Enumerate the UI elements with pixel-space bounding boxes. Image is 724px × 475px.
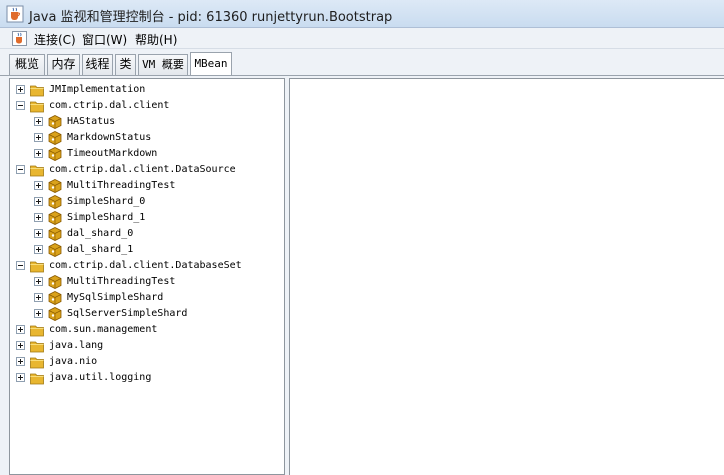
- expand-toggle-icon[interactable]: [16, 357, 25, 366]
- mbean-detail-panel: [289, 78, 724, 475]
- folder-icon: [30, 101, 44, 113]
- mbean-bean-icon: [48, 211, 62, 225]
- mbean-bean-icon: [48, 179, 62, 193]
- expand-toggle-icon[interactable]: [16, 325, 25, 334]
- mbean-node[interactable]: TimeoutMarkdown: [10, 146, 284, 162]
- mbean-bean-icon: [48, 307, 62, 321]
- mbean-node[interactable]: dal_shard_1: [10, 242, 284, 258]
- tab-vm-summary[interactable]: VM 概要: [138, 54, 188, 75]
- expand-toggle-icon[interactable]: [16, 373, 25, 382]
- collapse-toggle-icon[interactable]: [16, 165, 25, 174]
- java-cup-icon: [6, 5, 24, 23]
- menu-help[interactable]: 帮助(H): [135, 31, 177, 48]
- folder-icon: [30, 325, 44, 337]
- domain-node[interactable]: java.util.logging: [10, 370, 284, 386]
- mbean-node[interactable]: SimpleShard_1: [10, 210, 284, 226]
- collapse-toggle-icon[interactable]: [16, 261, 25, 270]
- main-content: JMImplementation com.ctrip.dal.client HASt…: [0, 76, 724, 475]
- tree-node-label: JMImplementation: [49, 84, 146, 95]
- domain-node[interactable]: com.ctrip.dal.client.DatabaseSet: [10, 258, 284, 274]
- tree-node-label: java.nio: [49, 356, 98, 367]
- tree-node-label: dal_shard_0: [67, 228, 134, 239]
- menu-connect[interactable]: 连接(C): [34, 31, 76, 48]
- mbean-bean-icon: [48, 147, 62, 161]
- tree-node-label: MarkdownStatus: [67, 132, 152, 143]
- window-title: Java 监视和管理控制台 - pid: 61360 runjettyrun.B…: [29, 10, 393, 25]
- tree-node-label: SimpleShard_0: [67, 196, 146, 207]
- tree-node-label: com.ctrip.dal.client.DataSource: [49, 164, 236, 175]
- collapse-toggle-icon[interactable]: [16, 101, 25, 110]
- expand-toggle-icon[interactable]: [34, 309, 43, 318]
- tab-classes[interactable]: 类: [115, 54, 136, 75]
- tab-mbean[interactable]: MBean: [190, 52, 232, 76]
- mbean-node[interactable]: dal_shard_0: [10, 226, 284, 242]
- mbean-bean-icon: [48, 131, 62, 145]
- tree-node-label: SqlServerSimpleShard: [67, 308, 188, 319]
- expand-toggle-icon[interactable]: [16, 341, 25, 350]
- mbean-node[interactable]: HAStatus: [10, 114, 284, 130]
- mbean-node[interactable]: MySqlSimpleShard: [10, 290, 284, 306]
- domain-node[interactable]: JMImplementation: [10, 82, 284, 98]
- tree-node-label: TimeoutMarkdown: [67, 148, 158, 159]
- mbean-bean-icon: [48, 115, 62, 129]
- mbean-bean-icon: [48, 243, 62, 257]
- tree-node-label: java.lang: [49, 340, 104, 351]
- title-bar: Java 监视和管理控制台 - pid: 61360 runjettyrun.B…: [0, 0, 724, 28]
- expand-toggle-icon[interactable]: [34, 181, 43, 190]
- folder-icon: [30, 373, 44, 385]
- tree-node-label: java.util.logging: [49, 372, 152, 383]
- expand-toggle-icon[interactable]: [34, 149, 43, 158]
- tree-node-label: com.ctrip.dal.client: [49, 100, 170, 111]
- menu-window[interactable]: 窗口(W): [82, 31, 127, 48]
- tab-strip: 概览 内存 线程 类 VM 概要 MBean: [0, 49, 724, 76]
- mbean-node[interactable]: SimpleShard_0: [10, 194, 284, 210]
- expand-toggle-icon[interactable]: [34, 133, 43, 142]
- tree-node-label: dal_shard_1: [67, 244, 134, 255]
- tab-memory[interactable]: 内存: [47, 54, 80, 75]
- menu-bar: 连接(C) 窗口(W) 帮助(H): [0, 28, 724, 49]
- tree-node-label: SimpleShard_1: [67, 212, 146, 223]
- mbean-node[interactable]: MultiThreadingTest: [10, 178, 284, 194]
- folder-icon: [30, 261, 44, 273]
- mbean-node[interactable]: SqlServerSimpleShard: [10, 306, 284, 322]
- mbean-tree[interactable]: JMImplementation com.ctrip.dal.client HASt…: [9, 78, 285, 475]
- tab-threads[interactable]: 线程: [82, 54, 113, 75]
- folder-icon: [30, 357, 44, 369]
- tree-node-label: com.sun.management: [49, 324, 158, 335]
- tree-node-label: MySqlSimpleShard: [67, 292, 164, 303]
- tree-node-label: MultiThreadingTest: [67, 180, 176, 191]
- folder-icon: [30, 341, 44, 353]
- mbean-node[interactable]: MultiThreadingTest: [10, 274, 284, 290]
- expand-toggle-icon[interactable]: [34, 245, 43, 254]
- tab-overview[interactable]: 概览: [9, 54, 45, 75]
- expand-toggle-icon[interactable]: [34, 229, 43, 238]
- folder-icon: [30, 165, 44, 177]
- expand-toggle-icon[interactable]: [34, 277, 43, 286]
- domain-node[interactable]: java.nio: [10, 354, 284, 370]
- mbean-bean-icon: [48, 291, 62, 305]
- domain-node[interactable]: com.sun.management: [10, 322, 284, 338]
- tree-node-label: MultiThreadingTest: [67, 276, 176, 287]
- domain-node[interactable]: com.ctrip.dal.client.DataSource: [10, 162, 284, 178]
- expand-toggle-icon[interactable]: [34, 117, 43, 126]
- tree-node-label: HAStatus: [67, 116, 116, 127]
- mbean-node[interactable]: MarkdownStatus: [10, 130, 284, 146]
- expand-toggle-icon[interactable]: [34, 293, 43, 302]
- expand-toggle-icon[interactable]: [16, 85, 25, 94]
- tree-node-label: com.ctrip.dal.client.DatabaseSet: [49, 260, 242, 271]
- mbean-bean-icon: [48, 195, 62, 209]
- expand-toggle-icon[interactable]: [34, 197, 43, 206]
- mbean-bean-icon: [48, 275, 62, 289]
- domain-node[interactable]: java.lang: [10, 338, 284, 354]
- folder-icon: [30, 85, 44, 97]
- expand-toggle-icon[interactable]: [34, 213, 43, 222]
- domain-node[interactable]: com.ctrip.dal.client: [10, 98, 284, 114]
- java-cup-icon[interactable]: [12, 31, 27, 46]
- mbean-bean-icon: [48, 227, 62, 241]
